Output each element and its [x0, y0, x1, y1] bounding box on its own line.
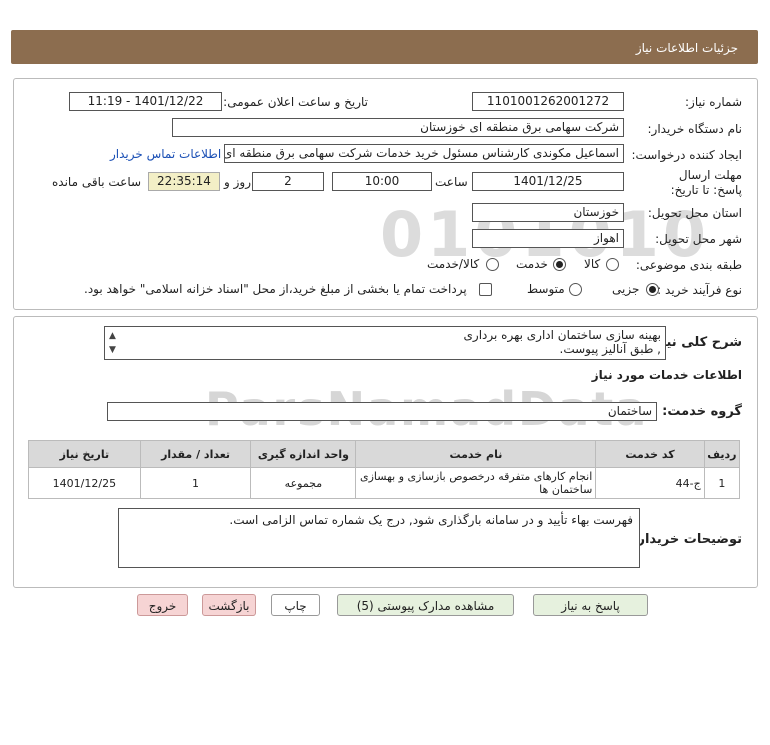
- table-row: 1 ج-44 انجام کارهای متفرقه درخصوص بازساز…: [28, 467, 741, 499]
- summary-line-1: بهینه سازی ساختمان اداری بهره برداری: [463, 328, 661, 342]
- process-label: نوع فرآیند خرید :: [657, 283, 742, 297]
- city-label: شهر محل تحویل:: [655, 232, 742, 246]
- deadline-date-field: 1401/12/25: [472, 172, 624, 191]
- process-radio-medium[interactable]: [569, 283, 582, 296]
- creator-label: ایجاد کننده درخواست:: [631, 148, 742, 162]
- announce-label: تاریخ و ساعت اعلان عمومی:: [223, 95, 368, 109]
- cell-code: ج-44: [595, 467, 705, 499]
- cell-unit: مجموعه: [250, 467, 357, 499]
- need-number-label: شماره نیاز:: [685, 95, 742, 109]
- city-field: اهواز: [472, 229, 624, 248]
- col-qty: تعداد / مقدار: [139, 440, 252, 468]
- category-label: طبقه بندی موضوعی:: [635, 258, 742, 272]
- cell-row: 1: [703, 467, 741, 499]
- days-label: روز و: [224, 175, 251, 189]
- category-option-goods-service: کالا/خدمت: [427, 257, 480, 271]
- col-unit: واحد اندازه گیری: [250, 440, 357, 468]
- reply-button[interactable]: پاسخ به نیاز: [533, 594, 648, 616]
- process-radio-minor[interactable]: [646, 283, 659, 296]
- process-option-medium: متوسط: [527, 282, 565, 296]
- back-button[interactable]: بازگشت: [202, 594, 256, 616]
- creator-field: اسماعیل مکوندی کارشناس مسئول خرید خدمات …: [224, 144, 624, 163]
- category-radio-service[interactable]: [553, 258, 566, 271]
- remaining-label: ساعت باقی مانده: [52, 175, 142, 189]
- summary-line-2: , طبق آنالیز پیوست.: [559, 342, 661, 356]
- cell-date: 1401/12/25: [28, 467, 141, 499]
- cell-name: انجام کارهای متفرقه درخصوص بازسازی و بهس…: [355, 467, 597, 499]
- category-option-goods: کالا: [584, 257, 601, 271]
- col-name: نام خدمت: [355, 440, 597, 468]
- category-radio-goods[interactable]: [606, 258, 619, 271]
- need-info-panel: [13, 78, 758, 310]
- province-field: خوزستان: [472, 203, 624, 222]
- services-section-title: اطلاعات خدمات مورد نیاز: [591, 368, 742, 382]
- need-number-field: 1101001262001272: [472, 92, 624, 111]
- buyer-notes-box: فهرست بهاء تأیید و در سامانه بارگذاری شو…: [118, 508, 640, 568]
- deadline-label: مهلت ارسال پاسخ: تا تاریخ:: [670, 168, 742, 197]
- buyer-notes-text: فهرست بهاء تأیید و در سامانه بارگذاری شو…: [229, 513, 633, 527]
- buyer-contact-link[interactable]: اطلاعات تماس خریدار: [110, 147, 221, 161]
- days-field: 2: [252, 172, 324, 191]
- service-group-label: گروه خدمت:: [662, 404, 742, 419]
- category-option-service: خدمت: [516, 257, 548, 271]
- buyer-notes-label: توضیحات خریدار:: [632, 532, 742, 547]
- buyer-org-field: شرکت سهامی برق منطقه ای خوزستان: [172, 118, 624, 137]
- summary-textarea[interactable]: بهینه سازی ساختمان اداری بهره برداری , ط…: [104, 326, 666, 360]
- treasury-checkbox[interactable]: [479, 283, 492, 296]
- buyer-org-label: نام دستگاه خریدار:: [647, 122, 743, 136]
- attachments-button[interactable]: مشاهده مدارک پیوستی (5): [337, 594, 514, 616]
- announce-field: 1401/12/22 - 11:19: [69, 92, 222, 111]
- deadline-time-label: ساعت: [435, 175, 468, 189]
- table-header-row: ردیف کد خدمت نام خدمت واحد اندازه گیری ت…: [28, 440, 741, 468]
- category-radio-goods-service[interactable]: [486, 258, 499, 271]
- deadline-time-field: 10:00: [332, 172, 432, 191]
- scroll-arrows-icon[interactable]: ▲ ▼: [109, 329, 116, 357]
- process-option-minor: جزیی: [612, 282, 640, 296]
- treasury-note: پرداخت تمام یا بخشی از مبلغ خرید،از محل …: [84, 282, 467, 296]
- col-row: ردیف: [703, 440, 741, 468]
- remaining-timer: 22:35:14: [148, 172, 220, 191]
- col-date: تاریخ نیاز: [28, 440, 141, 468]
- service-group-field: ساختمان: [107, 402, 657, 421]
- col-code: کد خدمت: [595, 440, 705, 468]
- page-header: جزئیات اطلاعات نیاز: [11, 30, 758, 64]
- print-button[interactable]: چاپ: [271, 594, 320, 616]
- province-label: استان محل تحویل:: [647, 206, 742, 220]
- services-table: ردیف کد خدمت نام خدمت واحد اندازه گیری ت…: [28, 440, 741, 499]
- exit-button[interactable]: خروج: [137, 594, 188, 616]
- page-title: جزئیات اطلاعات نیاز: [635, 41, 738, 55]
- cell-qty: 1: [139, 467, 252, 499]
